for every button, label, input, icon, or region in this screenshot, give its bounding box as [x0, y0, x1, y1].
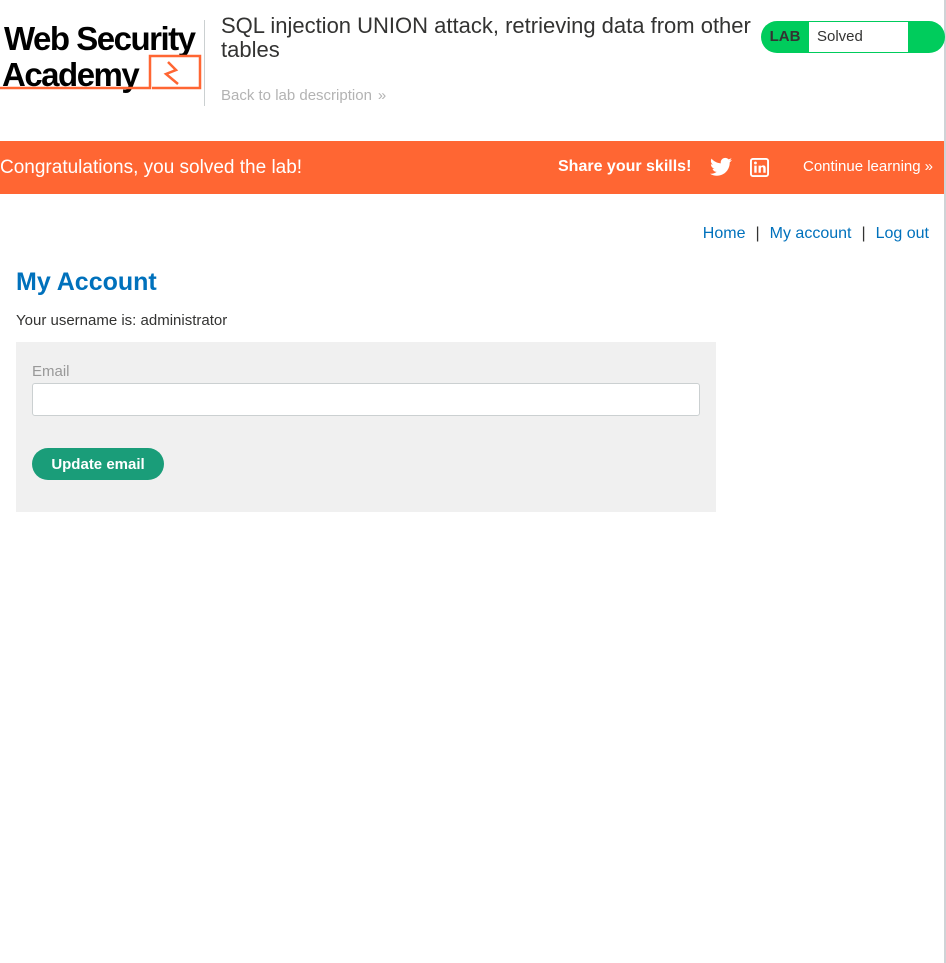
- solved-notification-banner: Congratulations, you solved the lab! Sha…: [0, 141, 944, 194]
- svg-text:Web Security: Web Security: [4, 20, 197, 57]
- back-to-lab-description-link[interactable]: Back to lab description »: [221, 87, 386, 104]
- twitter-icon[interactable]: [710, 157, 732, 177]
- lab-label: LAB: [769, 28, 801, 45]
- lab-title: SQL injection UNION attack, retrieving d…: [221, 13, 751, 62]
- chevron-right-icon: »: [924, 158, 933, 175]
- nav-separator: |: [755, 225, 760, 242]
- nav-separator: |: [861, 225, 866, 242]
- back-link-label: Back to lab description: [221, 87, 372, 104]
- linkedin-icon[interactable]: [750, 158, 769, 177]
- top-nav: Home | My account | Log out: [703, 225, 929, 243]
- header-divider: [204, 20, 205, 106]
- lab-status-widget: LAB Solved: [761, 21, 945, 53]
- status-indicator: [908, 21, 945, 53]
- nav-my-account-link[interactable]: My account: [770, 225, 852, 242]
- lab-status-text: Solved: [809, 22, 908, 52]
- congratulations-message: Congratulations, you solved the lab!: [0, 157, 303, 178]
- nav-home-link[interactable]: Home: [703, 225, 746, 242]
- update-email-button[interactable]: Update email: [32, 448, 164, 480]
- page-title: My Account: [16, 268, 157, 296]
- chevron-right-icon: »: [377, 87, 387, 104]
- change-email-form: Email Update email: [16, 342, 716, 512]
- nav-log-out-link[interactable]: Log out: [876, 225, 929, 242]
- web-security-academy-logo[interactable]: Web Security Academy: [0, 18, 202, 94]
- share-skills-label: Share your skills!: [558, 158, 692, 175]
- continue-learning-label: Continue learning: [803, 158, 921, 175]
- username-text: Your username is: administrator: [16, 312, 228, 329]
- email-label: Email: [32, 363, 70, 380]
- email-input[interactable]: [32, 383, 700, 416]
- lab-header: Web Security Academy SQL injection UNION…: [0, 0, 945, 140]
- logo-graphic: Web Security Academy: [0, 20, 202, 93]
- continue-learning-link[interactable]: Continue learning»: [803, 158, 933, 175]
